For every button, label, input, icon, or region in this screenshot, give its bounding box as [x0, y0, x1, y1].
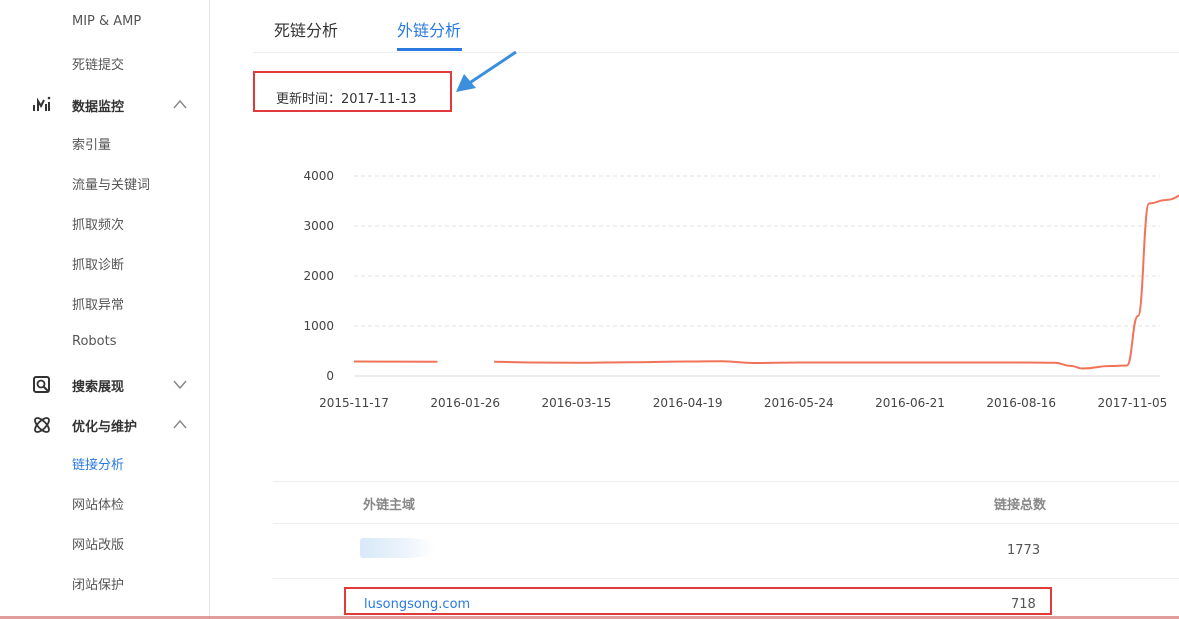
y-tick-label: 0	[326, 369, 334, 383]
chart-grid	[354, 175, 1160, 377]
y-tick-label: 2000	[303, 269, 334, 283]
table-divider	[273, 481, 1179, 482]
sidebar-item-site-closure[interactable]: 闭站保护	[72, 574, 124, 593]
x-tick-label: 2016-06-21	[875, 396, 945, 410]
y-tick-label: 1000	[303, 319, 334, 333]
sidebar-item-site-revision[interactable]: 网站改版	[72, 534, 124, 553]
table-divider	[273, 578, 1179, 579]
external-links-line-chart: 01000200030004000 2015-11-17 2016-01-26 20…	[303, 169, 1179, 410]
chart-x-axis: 2015-11-17 2016-01-26 2016-03-15 2016-04-19…	[319, 396, 1167, 410]
table-header-domain: 外链主域	[363, 498, 416, 513]
x-tick-label: 2017-11-05	[1098, 396, 1168, 410]
table-header-total: 链接总数	[994, 498, 1047, 513]
sidebar-item-site-check[interactable]: 网站体检	[72, 494, 124, 513]
x-tick-label: 2016-08-16	[986, 396, 1056, 410]
row-highlight-box	[344, 587, 1052, 615]
y-tick-label: 4000	[303, 169, 334, 183]
blurred-domain-cell	[360, 538, 436, 558]
x-tick-label: 2016-01-26	[430, 396, 500, 410]
series-line	[494, 194, 1179, 370]
x-tick-label: 2015-11-17	[319, 396, 389, 410]
table-cell-total: 1773	[1007, 543, 1041, 558]
chart-series-group	[353, 194, 1179, 370]
table-divider	[273, 523, 1179, 524]
x-tick-label: 2016-03-15	[542, 396, 612, 410]
y-tick-label: 3000	[303, 219, 334, 233]
x-tick-label: 2016-05-24	[764, 396, 834, 410]
chart-y-axis: 0 1000 2000 3000 4000	[303, 169, 334, 383]
x-tick-label: 2016-04-19	[653, 396, 723, 410]
